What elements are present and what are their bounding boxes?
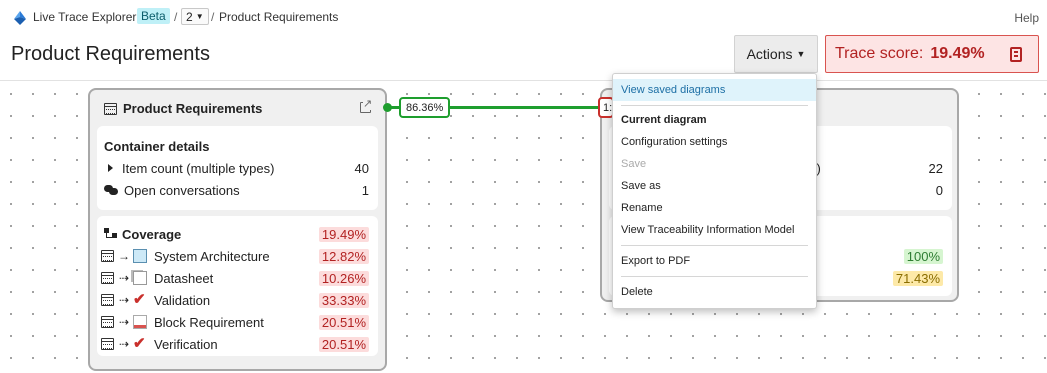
dashed-arrow-icon: ⇢ [118,315,130,329]
table-icon [101,316,114,328]
menu-item-delete[interactable]: Delete [613,281,816,303]
menu-item-save-as[interactable]: Save as [613,175,816,197]
calculator-icon[interactable] [1010,47,1022,62]
coverage-row-label: Datasheet [154,270,214,286]
menu-item-rename[interactable]: Rename [613,197,816,219]
menu-divider [621,105,808,106]
breadcrumb-separator: / [211,10,215,24]
trace-score-badge: Trace score: 19.49% [825,35,1039,73]
table-icon [104,102,117,115]
item-count-value: 40 [354,160,369,176]
menu-item-save: Save [621,158,647,170]
conversations-row[interactable]: Open conversations 1 [104,180,369,200]
item-count-row[interactable]: Item count (multiple types) 40 [104,158,369,178]
coverage-row-label: Block Requirement [154,314,264,330]
help-link[interactable]: Help [1014,11,1039,25]
datasheet-icon [133,271,147,285]
external-link-icon[interactable] [360,97,373,113]
menu-item-view-tim[interactable]: View Traceability Information Model [613,219,816,241]
link-endpoint [383,103,392,112]
coverage-row[interactable]: ⇢ Validation 33.33% [101,290,369,310]
item-count-label: Item count (multiple types) [122,160,275,176]
top-bar: Live Trace Explorer Beta / 2 ▼ / Product… [0,0,1047,34]
table-icon [101,338,114,350]
card-header: Product Requirements [104,101,262,116]
actions-menu: View saved diagrams Current diagram Conf… [612,73,817,309]
coverage-row[interactable]: ⇢ Datasheet 10.26% [101,268,369,288]
trace-score-value: 19.49% [930,45,985,62]
menu-item-export-pdf[interactable]: Export to PDF [613,250,816,272]
validation-check-icon [133,290,147,308]
menu-item-view-saved-diagrams[interactable]: View saved diagrams [613,79,816,101]
coverage-row-value: 12.82% [318,248,369,264]
container-card-product-requirements[interactable]: Product Requirements Container details I… [88,88,387,371]
table-icon [101,250,114,262]
beta-badge: Beta [137,8,170,24]
details-title: Container details [104,139,210,154]
menu-item-configuration-settings[interactable]: Configuration settings [613,131,816,153]
coverage-row-label: Verification [154,336,218,352]
coverage-row-value: 10.26% [318,270,369,286]
coverage-header: Coverage 19.49% [104,224,369,244]
coverage-panel: Coverage 19.49% → System Architecture 12… [97,216,378,356]
version-value: 2 [186,9,193,24]
system-architecture-icon [133,249,147,263]
right-coverage-value: 100% [903,248,943,264]
table-icon [101,272,114,284]
caret-down-icon: ▼ [195,12,204,21]
breadcrumb-separator: / [174,10,178,24]
hierarchy-icon [104,228,118,240]
actions-button[interactable]: Actions ▼ [734,35,818,73]
container-details-panel: Container details Item count (multiple t… [97,126,378,210]
solid-arrow-icon: → [118,249,130,263]
coverage-row-value: 33.33% [318,292,369,308]
version-select[interactable]: 2 ▼ [181,8,209,25]
menu-heading-current-diagram: Current diagram [621,114,707,126]
conversations-icon [104,185,118,195]
trace-score-label: Trace score: [835,45,924,62]
right-conversations-value: 0 [935,182,943,198]
conversations-label: Open conversations [124,182,240,198]
coverage-row[interactable]: → System Architecture 12.82% [101,246,369,266]
app-title[interactable]: Live Trace Explorer [33,10,136,24]
page-title: Product Requirements [11,43,210,65]
table-icon [101,294,114,306]
dashed-arrow-icon: ⇢ [118,337,130,351]
coverage-row[interactable]: ⇢ Verification 20.51% [101,334,369,354]
coverage-title: Coverage [122,226,182,242]
menu-divider [621,276,808,277]
link-coverage-badge[interactable]: 86.36% [399,97,451,118]
verification-check-icon [133,334,147,352]
conversations-value: 1 [361,182,369,198]
caret-down-icon: ▼ [796,49,806,59]
expand-icon[interactable] [108,164,113,172]
breadcrumb-current: Product Requirements [219,10,339,24]
coverage-row[interactable]: ⇢ Block Requirement 20.51% [101,312,369,332]
block-requirement-icon [133,315,147,329]
coverage-row-label: Validation [154,292,211,308]
dashed-arrow-icon: ⇢ [118,293,130,307]
actions-label: Actions [746,46,793,62]
menu-divider [621,245,808,246]
coverage-row-value: 20.51% [318,314,369,330]
app-logo-icon [14,11,26,25]
card-title: Product Requirements [123,101,263,116]
coverage-total: 19.49% [318,226,369,242]
coverage-row-label: System Architecture [154,248,270,264]
right-coverage-value: 71.43% [892,270,943,286]
right-item-count-value: 22 [928,160,943,176]
coverage-row-value: 20.51% [318,336,369,352]
dashed-arrow-icon: ⇢ [118,271,130,285]
